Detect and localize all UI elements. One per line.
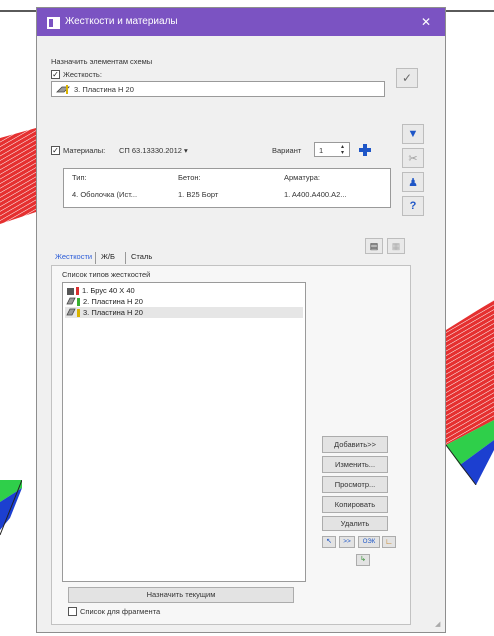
assign-current-button[interactable]: Назначить текущим [68, 587, 294, 603]
list-item[interactable]: 2. Пластина H 20 [65, 296, 303, 307]
save-button[interactable]: ▦ [387, 238, 405, 254]
arrow-icon: ↳ [360, 556, 366, 563]
material-norm-select[interactable]: СП 63.13330.2012 ▾ [119, 146, 188, 155]
list-item[interactable]: 3. Пластина H 20 [65, 307, 303, 318]
tab-divider [95, 252, 96, 264]
plate-color-icon [77, 309, 80, 318]
edit-button[interactable]: Изменить... [322, 456, 388, 473]
plate-icon [66, 297, 76, 308]
fragment-label: Список для фрагмента [80, 607, 161, 616]
add-material-button[interactable] [357, 142, 373, 158]
window-title: Жесткости и материалы [65, 16, 178, 27]
stiffness-materials-dialog: Жесткости и материалы ✕ Назначить элемен… [36, 7, 446, 633]
beam-color-icon [76, 287, 79, 296]
materials-checkbox[interactable]: ✓ [51, 146, 60, 155]
add-button[interactable]: Добавить>> [322, 436, 388, 453]
plus-icon [359, 144, 371, 156]
apply-button[interactable]: ✓ [396, 68, 418, 88]
clipboard-button[interactable]: ▤ [365, 238, 383, 254]
person-button[interactable]: ♟ [402, 172, 424, 192]
oek-button[interactable]: ОЭК [358, 536, 380, 548]
mat-type-value: 4. Оболочка (Ист... [72, 190, 138, 199]
cut-button[interactable]: ✂ [402, 148, 424, 168]
axis-button[interactable]: ∟ [382, 536, 396, 548]
plate-icon [56, 85, 70, 96]
pointer-button[interactable]: ↖ [322, 536, 336, 548]
tab-divider [125, 252, 126, 264]
list-item-label: 2. Пластина H 20 [83, 297, 143, 306]
materials-label: Материалы: [63, 146, 106, 155]
help-button[interactable]: ? [402, 196, 424, 216]
list-item-label: 3. Пластина H 20 [83, 308, 143, 317]
tab-reinforced-concrete[interactable]: Ж/Б [97, 250, 119, 264]
mat-type-header: Тип: [72, 173, 87, 182]
stiffness-list[interactable]: 1. Брус 40 X 40 2. Пластина H 20 3. Плас… [62, 282, 306, 582]
variant-value: 1 [319, 146, 324, 155]
close-button[interactable]: ✕ [417, 13, 435, 31]
stiffness-field[interactable]: 3. Пластина H 20 [51, 81, 385, 97]
checkmark-icon: ✓ [401, 71, 413, 85]
beam-icon [67, 287, 74, 295]
delete-button[interactable]: Удалить [322, 516, 388, 531]
view-button[interactable]: Просмотр... [322, 476, 388, 493]
model-mesh-left-bottom [0, 480, 22, 536]
save-icon: ▦ [391, 240, 401, 251]
scissors-icon: ✂ [408, 152, 418, 165]
stiffness-checkbox[interactable]: ✓ [51, 70, 60, 79]
mat-rebar-value: 1. A400.A400.A2... [284, 190, 347, 199]
mat-rebar-header: Арматура: [284, 173, 320, 182]
model-mesh-left [0, 128, 36, 224]
mat-concrete-value: 1. B25 Борт [178, 190, 219, 199]
green-arrow-button[interactable]: ↳ [356, 554, 370, 566]
stiffness-value: 3. Пластина H 20 [74, 85, 134, 94]
spinner-arrows-icon: ▴ ▾ [341, 144, 345, 156]
list-item-label: 1. Брус 40 X 40 [82, 286, 135, 295]
tab-steel[interactable]: Сталь [127, 250, 156, 264]
plate-color-icon [77, 298, 80, 307]
list-item[interactable]: 1. Брус 40 X 40 [65, 285, 303, 296]
variant-label: Вариант [272, 146, 302, 155]
variant-spinner[interactable]: 1 ▴ ▾ [314, 142, 350, 157]
clipboard-icon: ▤ [369, 240, 379, 251]
fragment-checkbox[interactable] [68, 607, 77, 616]
plate-icon [66, 308, 76, 319]
person-icon: ♟ [408, 176, 418, 189]
tab-stiffness[interactable]: Жесткости [51, 250, 96, 264]
assign-group-caption: Назначить элементам схемы [51, 57, 153, 66]
resize-grip-icon[interactable]: ◢ [435, 620, 443, 628]
material-norm-value: СП 63.13330.2012 [119, 146, 182, 155]
copy-button[interactable]: Копировать [322, 496, 388, 513]
material-info-box: Тип: Бетон: Арматура: 4. Оболочка (Ист..… [63, 168, 391, 208]
forward-button[interactable]: >> [339, 536, 355, 548]
axis-icon: ∟ [385, 537, 393, 546]
model-mesh-right [446, 300, 494, 485]
filter-button[interactable]: ▼ [402, 124, 424, 144]
chevron-down-icon: ▾ [184, 146, 188, 155]
question-icon: ? [409, 200, 417, 212]
window-icon [47, 17, 60, 29]
tab-panel: Список типов жесткостей 1. Брус 40 X 40 … [51, 265, 411, 625]
title-bar[interactable]: Жесткости и материалы ✕ [37, 8, 445, 36]
stiffness-label: Жесткость: [63, 70, 102, 79]
filter-icon: ▼ [407, 128, 419, 140]
list-caption: Список типов жесткостей [62, 270, 151, 279]
pointer-icon: ↖ [326, 538, 332, 545]
mat-concrete-header: Бетон: [178, 173, 201, 182]
